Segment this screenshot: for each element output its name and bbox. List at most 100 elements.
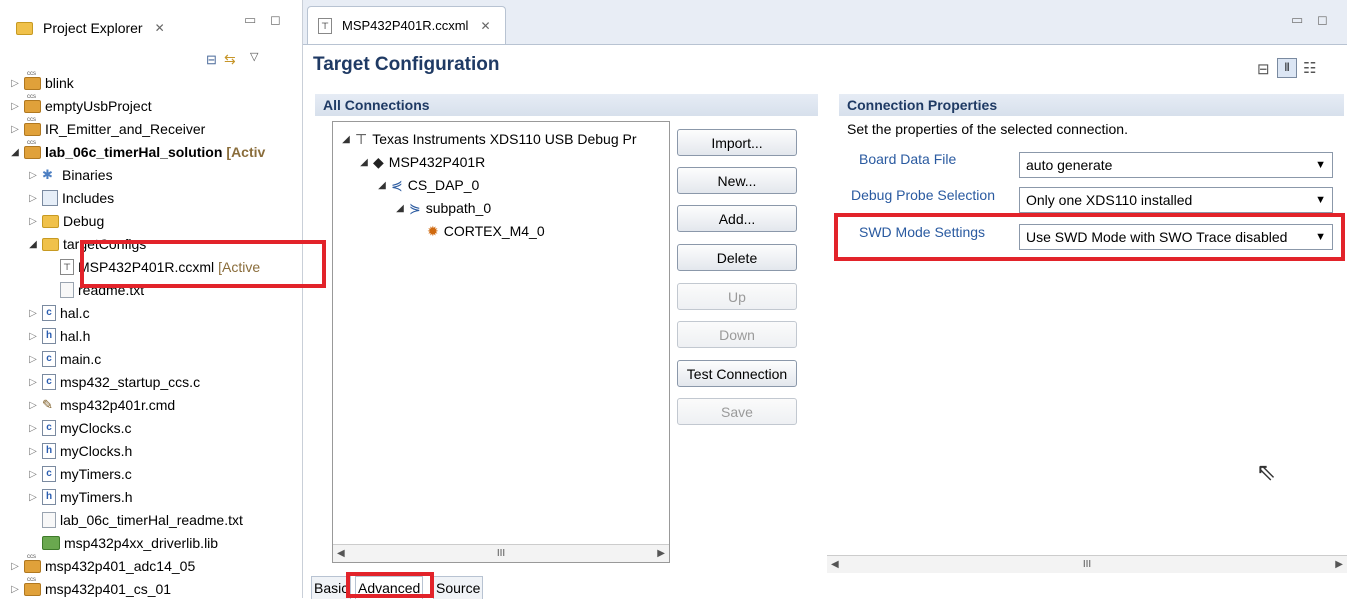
import-button[interactable]: Import... <box>677 129 797 156</box>
tree-item[interactable]: ▷ c msp432_startup_ccs.c <box>26 371 200 393</box>
project-explorer-view: Project Explorer ✕ ▭ ◻ ⊟ ⇆ ▽ ▷ blink ▷ empt… <box>0 0 303 598</box>
expand-arrow-icon[interactable]: ▷ <box>26 492 40 503</box>
editor-tab-ccxml[interactable]: ⊤ MSP432P401R.ccxml ✕ <box>307 6 506 44</box>
chevron-down-icon: ▼ <box>1315 194 1326 206</box>
expand-arrow-icon[interactable]: ▷ <box>26 400 40 411</box>
proj-icon <box>24 117 41 136</box>
collapse-arrow-icon[interactable]: ◢ <box>375 180 389 191</box>
tab-source[interactable]: Source <box>433 576 484 599</box>
connection-tree-item[interactable]: ◢ ◆ MSP432P401R <box>357 151 485 173</box>
expand-arrow-icon[interactable]: ▷ <box>8 124 22 135</box>
connection-tree-item[interactable]: ◢ ⊤ Texas Instruments XDS110 USB Debug Pr <box>339 128 636 150</box>
dap-icon: ⋞ <box>391 176 403 193</box>
tree-item[interactable]: ▷ ✱ Binaries <box>26 164 112 186</box>
scroll-left-icon[interactable]: ◀ <box>827 559 839 570</box>
collapse-arrow-icon[interactable]: ◢ <box>357 157 371 168</box>
test-connection-button[interactable]: Test Connection <box>677 360 797 387</box>
tree-item[interactable]: ▷ h myClocks.h <box>26 440 132 462</box>
tree-item[interactable]: ▷ IR_Emitter_and_Receiver <box>8 117 205 140</box>
board-data-file-select[interactable]: auto generate ▼ <box>1019 152 1333 178</box>
debug-probe-selection-select[interactable]: Only one XDS110 installed ▼ <box>1019 187 1333 213</box>
tree-item[interactable]: ▷ c main.c <box>26 348 101 370</box>
horizontal-scrollbar[interactable]: ◀ III ▶ <box>333 544 669 562</box>
tree-item[interactable]: ▷ h myTimers.h <box>26 486 133 508</box>
scroll-right-icon[interactable]: ▶ <box>657 548 669 559</box>
tree-item[interactable]: ▷ msp432p401_cs_01 <box>8 577 172 598</box>
cpu-core-icon: ✹ <box>427 222 439 239</box>
tree-item[interactable]: ▷ Debug <box>26 210 104 232</box>
expand-arrow-icon[interactable]: ▷ <box>8 101 22 112</box>
expand-arrow-icon[interactable]: ▷ <box>26 331 40 342</box>
minimize-icon[interactable]: ▭ <box>244 12 256 28</box>
expand-arrow-icon[interactable]: ▷ <box>8 584 22 595</box>
tree-item[interactable]: ▷ msp432p401_adc14_05 <box>8 554 195 577</box>
close-icon[interactable]: ✕ <box>480 19 490 33</box>
collapse-arrow-icon[interactable]: ◢ <box>339 134 353 145</box>
scroll-thumb[interactable]: III <box>497 548 505 559</box>
debug-probe-selection-value: Only one XDS110 installed <box>1026 192 1193 208</box>
proj-icon <box>24 94 41 113</box>
expand-arrow-icon[interactable]: ▷ <box>26 446 40 457</box>
layout-vertical-icon[interactable]: ⫴ <box>1277 58 1297 78</box>
connection-tree-item[interactable]: ◢ ⋞ CS_DAP_0 <box>375 174 479 196</box>
collapse-arrow-icon[interactable]: ◢ <box>26 239 40 250</box>
properties-horizontal-scrollbar[interactable]: ◀ III ▶ <box>827 555 1347 573</box>
tree-item[interactable]: ▷ ✎ msp432p401r.cmd <box>26 394 175 416</box>
tree-item[interactable]: msp432p4xx_driverlib.lib <box>26 532 218 554</box>
connections-tree[interactable]: ◢ ⊤ Texas Instruments XDS110 USB Debug Pr ◢… <box>332 121 670 563</box>
tree-item[interactable]: ▷ blink <box>8 71 74 94</box>
add-button[interactable]: Add... <box>677 205 797 232</box>
tree-item[interactable]: ▷ c myClocks.c <box>26 417 132 439</box>
scroll-left-icon[interactable]: ◀ <box>333 548 345 559</box>
up-button[interactable]: Up <box>677 283 797 310</box>
tree-item-label: lab_06c_timerHal_solution <box>45 144 223 160</box>
down-button[interactable]: Down <box>677 321 797 348</box>
layout-horizontal-icon[interactable]: ⊟ <box>1257 60 1270 78</box>
layout-list-icon[interactable]: ☷ <box>1303 59 1316 77</box>
connection-tree-item[interactable]: ✹ CORTEX_M4_0 <box>411 220 545 242</box>
file-c-icon: c <box>42 420 56 436</box>
minimize-icon[interactable]: ▭ <box>1291 12 1303 28</box>
expand-arrow-icon[interactable]: ▷ <box>26 193 40 204</box>
file-c-icon: c <box>42 305 56 321</box>
expand-arrow-icon[interactable]: ▷ <box>26 377 40 388</box>
save-button[interactable]: Save <box>677 398 797 425</box>
expand-arrow-icon[interactable]: ▷ <box>8 561 22 572</box>
collapse-arrow-icon[interactable]: ◢ <box>393 203 407 214</box>
view-menu-icon[interactable]: ▽ <box>250 50 258 63</box>
close-icon[interactable]: ✕ <box>155 21 165 35</box>
connection-tree-item[interactable]: ◢ ⋟ subpath_0 <box>393 197 491 219</box>
tree-item-label: msp432p401r.cmd <box>60 397 176 413</box>
subpath-icon: ⋟ <box>409 199 421 216</box>
tree-item[interactable]: ▷ c myTimers.c <box>26 463 132 485</box>
maximize-icon[interactable]: ◻ <box>270 12 281 28</box>
tree-item[interactable]: ▷ c hal.c <box>26 302 90 324</box>
collapse-all-icon[interactable]: ⊟ <box>206 52 217 68</box>
maximize-icon[interactable]: ◻ <box>1317 12 1328 28</box>
scroll-thumb[interactable]: III <box>1083 559 1091 570</box>
expand-arrow-icon[interactable]: ▷ <box>26 423 40 434</box>
tree-item[interactable]: ◢ lab_06c_timerHal_solution[Activ <box>8 140 265 163</box>
collapse-arrow-icon[interactable]: ◢ <box>8 147 22 158</box>
tree-item[interactable]: lab_06c_timerHal_readme.txt <box>26 509 243 531</box>
cmd-icon: ✎ <box>42 397 53 412</box>
inc-icon <box>42 190 58 206</box>
expand-arrow-icon[interactable]: ▷ <box>26 354 40 365</box>
tree-item[interactable]: ▷ h hal.h <box>26 325 90 347</box>
delete-button[interactable]: Delete <box>677 244 797 271</box>
tree-item-label: hal.c <box>60 305 90 321</box>
project-explorer-tab[interactable]: Project Explorer ✕ <box>6 8 173 48</box>
tree-item[interactable]: ▷ emptyUsbProject <box>8 94 151 117</box>
tree-item[interactable]: ▷ Includes <box>26 187 114 209</box>
new-button[interactable]: New... <box>677 167 797 194</box>
expand-arrow-icon[interactable]: ▷ <box>26 216 40 227</box>
expand-arrow-icon[interactable]: ▷ <box>26 469 40 480</box>
tree-item-label: msp432p401_cs_01 <box>45 581 172 597</box>
expand-arrow-icon[interactable]: ▷ <box>26 308 40 319</box>
expand-arrow-icon[interactable]: ▷ <box>26 170 40 181</box>
tree-item-label: myTimers.c <box>60 466 132 482</box>
scroll-right-icon[interactable]: ▶ <box>1335 559 1347 570</box>
editor-area: ⊤ MSP432P401R.ccxml ✕ ▭ ◻ Target Configu… <box>303 0 1347 599</box>
expand-arrow-icon[interactable]: ▷ <box>8 78 22 89</box>
link-with-editor-icon[interactable]: ⇆ <box>224 51 236 68</box>
